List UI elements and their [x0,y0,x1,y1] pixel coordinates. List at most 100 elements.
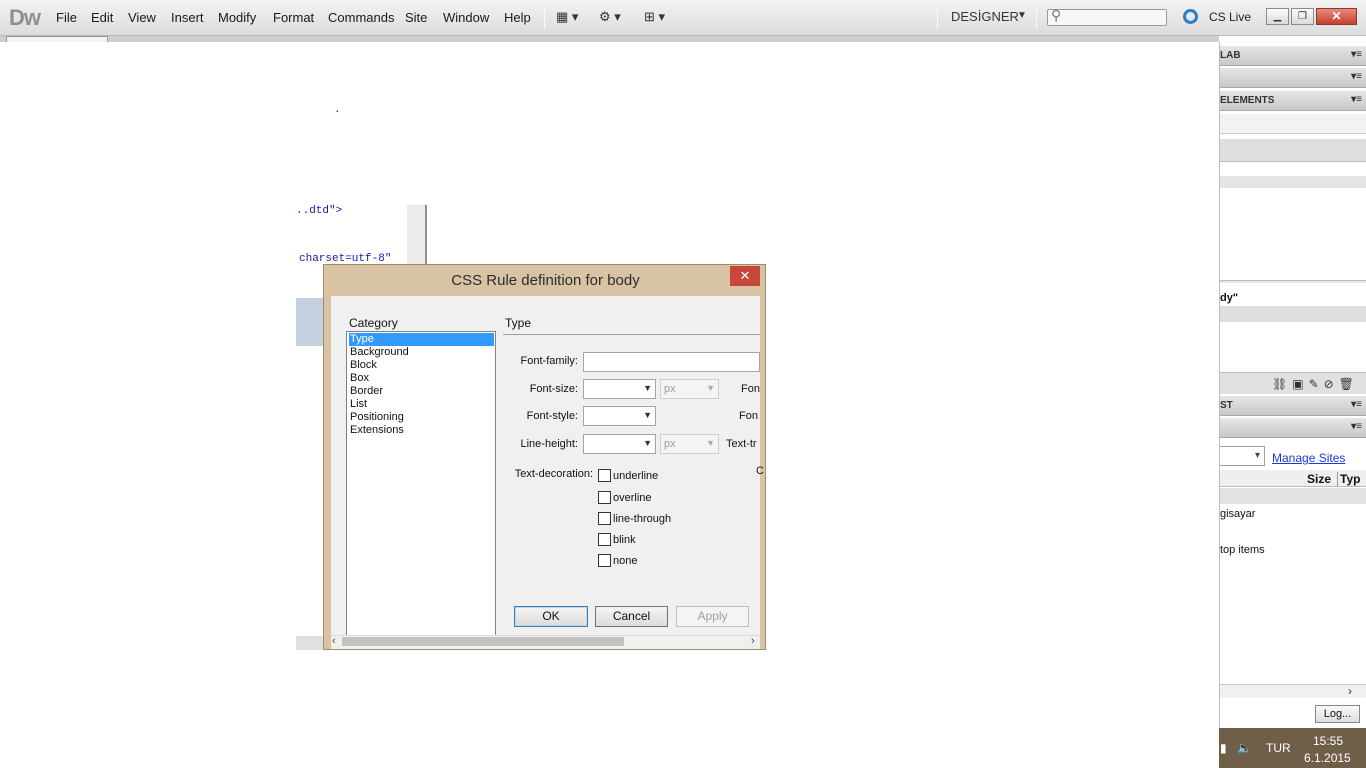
panel-header[interactable]: ▾≡ [1220,418,1366,438]
menu-file[interactable]: File [56,10,77,25]
category-type[interactable]: Type [349,333,494,346]
code-gutter [407,205,427,265]
cancel-button[interactable]: Cancel [595,606,668,627]
overline-checkbox[interactable] [598,491,611,504]
layout-icon[interactable]: ▦ ▾ [556,9,578,25]
color-label-clipped: C [756,465,764,477]
close-icon[interactable]: ✕ [1316,8,1357,25]
panel-strip [1220,306,1366,322]
font-size-select[interactable]: ▼ [583,379,656,399]
panel-header[interactable]: LAB ▾≡ [1220,46,1366,66]
site-icon[interactable]: ⊞ ▾ [644,9,665,25]
menu-format[interactable]: Format [273,10,314,25]
apply-button[interactable]: Apply [676,606,749,627]
column-size[interactable]: Size [1307,472,1331,486]
chevron-down-icon: ▼ [643,410,652,420]
none-checkbox[interactable] [598,554,611,567]
file-list-item[interactable]: gisayar [1220,508,1255,520]
line-height-select[interactable]: ▼ [583,434,656,454]
scrollbar-thumb[interactable] [342,637,624,646]
log-button[interactable]: Log... [1315,705,1360,723]
column-type[interactable]: Typ [1337,472,1360,486]
underline-checkbox[interactable] [598,469,611,482]
menu-help[interactable]: Help [504,10,531,25]
underline-label[interactable]: underline [613,470,658,482]
overline-label[interactable]: overline [613,492,652,504]
help-search-input[interactable] [1047,9,1167,26]
clock-date[interactable]: 6.1.2015 [1304,751,1351,765]
chevron-right-icon[interactable]: › [1348,684,1352,698]
restore-icon[interactable]: ❐ [1291,8,1314,25]
blink-label[interactable]: blink [613,534,636,546]
chevron-down-icon: ▼ [706,438,715,448]
panel-divider[interactable] [1220,280,1366,283]
font-family-input[interactable] [583,352,760,372]
chevron-right-icon[interactable]: › [751,635,755,647]
file-list-item[interactable]: top items [1220,544,1265,556]
menu-commands[interactable]: Commands [328,10,394,25]
document-tab[interactable] [6,36,108,42]
gear-icon[interactable]: ⚙ ▾ [599,9,621,25]
panel-dock: LAB ▾≡ ▾≡ ELEMENTS ▾≡ dy" ⛓▣✎⊘🗑 ST ▾≡ ▾≡… [1219,42,1366,728]
chevron-down-icon: ▼ [706,383,715,393]
dialog-title: CSS Rule definition for body [451,272,640,289]
manage-sites-link[interactable]: Manage Sites [1272,451,1345,465]
line-height-label: Line-height: [520,438,579,450]
workspace-switcher[interactable]: DESİGNER [951,9,1019,24]
chevron-down-icon[interactable]: ▼ [1017,10,1027,21]
none-label[interactable]: none [613,555,637,567]
close-icon[interactable]: ✕ [730,266,760,286]
volume-icon[interactable]: 🔈 [1237,741,1252,755]
font-size-label: Font-size: [529,383,578,395]
text-transform-label-clipped: Text-tr [726,438,757,450]
panel-title: LAB [1220,50,1241,61]
menu-window[interactable]: Window [443,10,489,25]
document-tab-strip [0,36,1219,42]
line-height-unit-select[interactable]: px ▼ [660,434,719,454]
menu-view[interactable]: View [128,10,156,25]
panel-menu-icon[interactable]: ▾≡ [1351,71,1362,82]
font-weight-label-clipped: Fon [741,383,760,395]
font-size-unit: px [664,383,676,395]
chevron-down-icon: ▼ [643,383,652,393]
css-rule-text: dy" [1220,292,1239,304]
site-select[interactable]: ▾ [1220,446,1265,466]
font-size-unit-select[interactable]: px ▼ [660,379,719,399]
cs-live-icon[interactable] [1183,9,1198,24]
panel-menu-icon[interactable]: ▾≡ [1351,94,1362,105]
cs-live-label[interactable]: CS Live [1209,10,1251,24]
line-height-unit: px [664,438,676,450]
clock-time[interactable]: 15:55 [1313,734,1343,748]
category-list[interactable]: Type Background Block Box Border List Po… [346,331,496,636]
language-indicator[interactable]: TUR [1266,741,1291,755]
panel-menu-icon[interactable]: ▾≡ [1351,399,1362,410]
file-panel-scrollbar[interactable] [1220,684,1366,698]
panel-menu-icon[interactable]: ▾≡ [1351,421,1362,432]
blink-checkbox[interactable] [598,533,611,546]
search-icon: ⚲ [1051,7,1062,23]
text-decoration-label: Text-decoration: [514,468,593,480]
css-panel-icons[interactable]: ⛓▣✎⊘🗑 [1272,377,1359,391]
font-style-select[interactable]: ▼ [583,406,656,426]
category-extensions[interactable]: Extensions [349,424,494,437]
network-icon[interactable]: ▮ [1220,741,1227,755]
file-row-selected[interactable] [1220,488,1366,504]
panel-header[interactable]: ▾≡ [1220,68,1366,88]
panel-menu-icon[interactable]: ▾≡ [1351,49,1362,60]
line-through-label[interactable]: line-through [613,513,671,525]
code-selection [296,298,326,346]
menu-site[interactable]: Site [405,10,427,25]
code-scrollbar[interactable] [296,636,326,650]
code-fragment: . [334,104,341,116]
panel-header[interactable]: ST ▾≡ [1220,396,1366,416]
dialog-body: Category Type Background Block Box Borde… [331,296,764,649]
chevron-left-icon[interactable]: ‹ [332,635,336,647]
line-through-checkbox[interactable] [598,512,611,525]
font-style-label: Font-style: [526,410,578,422]
ok-button[interactable]: OK [514,606,588,627]
menu-modify[interactable]: Modify [218,10,256,25]
minimize-icon[interactable]: ▁ [1266,8,1289,25]
panel-header[interactable]: ELEMENTS ▾≡ [1220,91,1366,111]
menu-edit[interactable]: Edit [91,10,113,25]
menu-insert[interactable]: Insert [171,10,204,25]
